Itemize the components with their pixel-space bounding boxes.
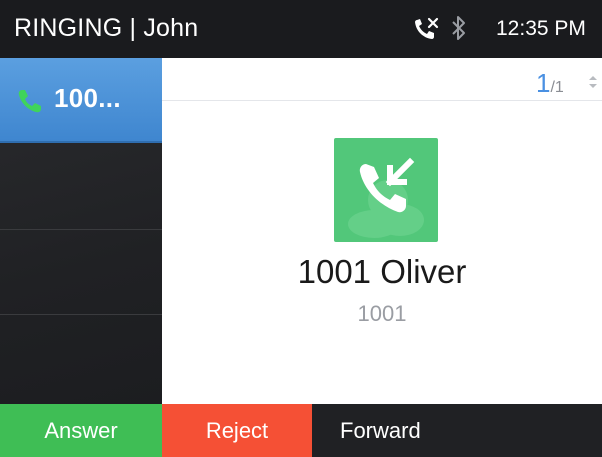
- line-sidebar: 100...: [0, 58, 162, 404]
- missed-call-icon: [415, 17, 439, 39]
- divider: [162, 100, 602, 101]
- status-bar: RINGING | John 12:35 PM: [0, 0, 602, 58]
- phone-icon: [18, 90, 41, 113]
- call-panel: 1/1 1001 Oliver 1001: [162, 58, 602, 404]
- line-item-3[interactable]: [0, 230, 162, 315]
- pager-current: 1: [536, 68, 551, 98]
- status-title: RINGING | John: [14, 14, 199, 42]
- bluetooth-icon: [452, 16, 465, 40]
- line-item-1[interactable]: 100...: [0, 58, 162, 143]
- reject-button[interactable]: Reject: [162, 404, 312, 457]
- status-time: 12:35 PM: [496, 17, 586, 40]
- pager-arrows-icon[interactable]: [587, 74, 599, 90]
- incoming-call-icon: [334, 138, 438, 242]
- line-item-2[interactable]: [0, 145, 162, 230]
- caller-number: 1001: [357, 301, 407, 326]
- pager-total: /1: [550, 79, 564, 96]
- softkey-bar: Answer Reject Forward: [0, 404, 602, 457]
- forward-button[interactable]: Forward: [312, 404, 602, 457]
- answer-button[interactable]: Answer: [0, 404, 162, 457]
- call-pager: 1/1: [536, 68, 597, 99]
- line-item-4[interactable]: [0, 315, 162, 400]
- caller-name: 1001 Oliver: [297, 253, 467, 290]
- line-label: 100...: [54, 83, 121, 113]
